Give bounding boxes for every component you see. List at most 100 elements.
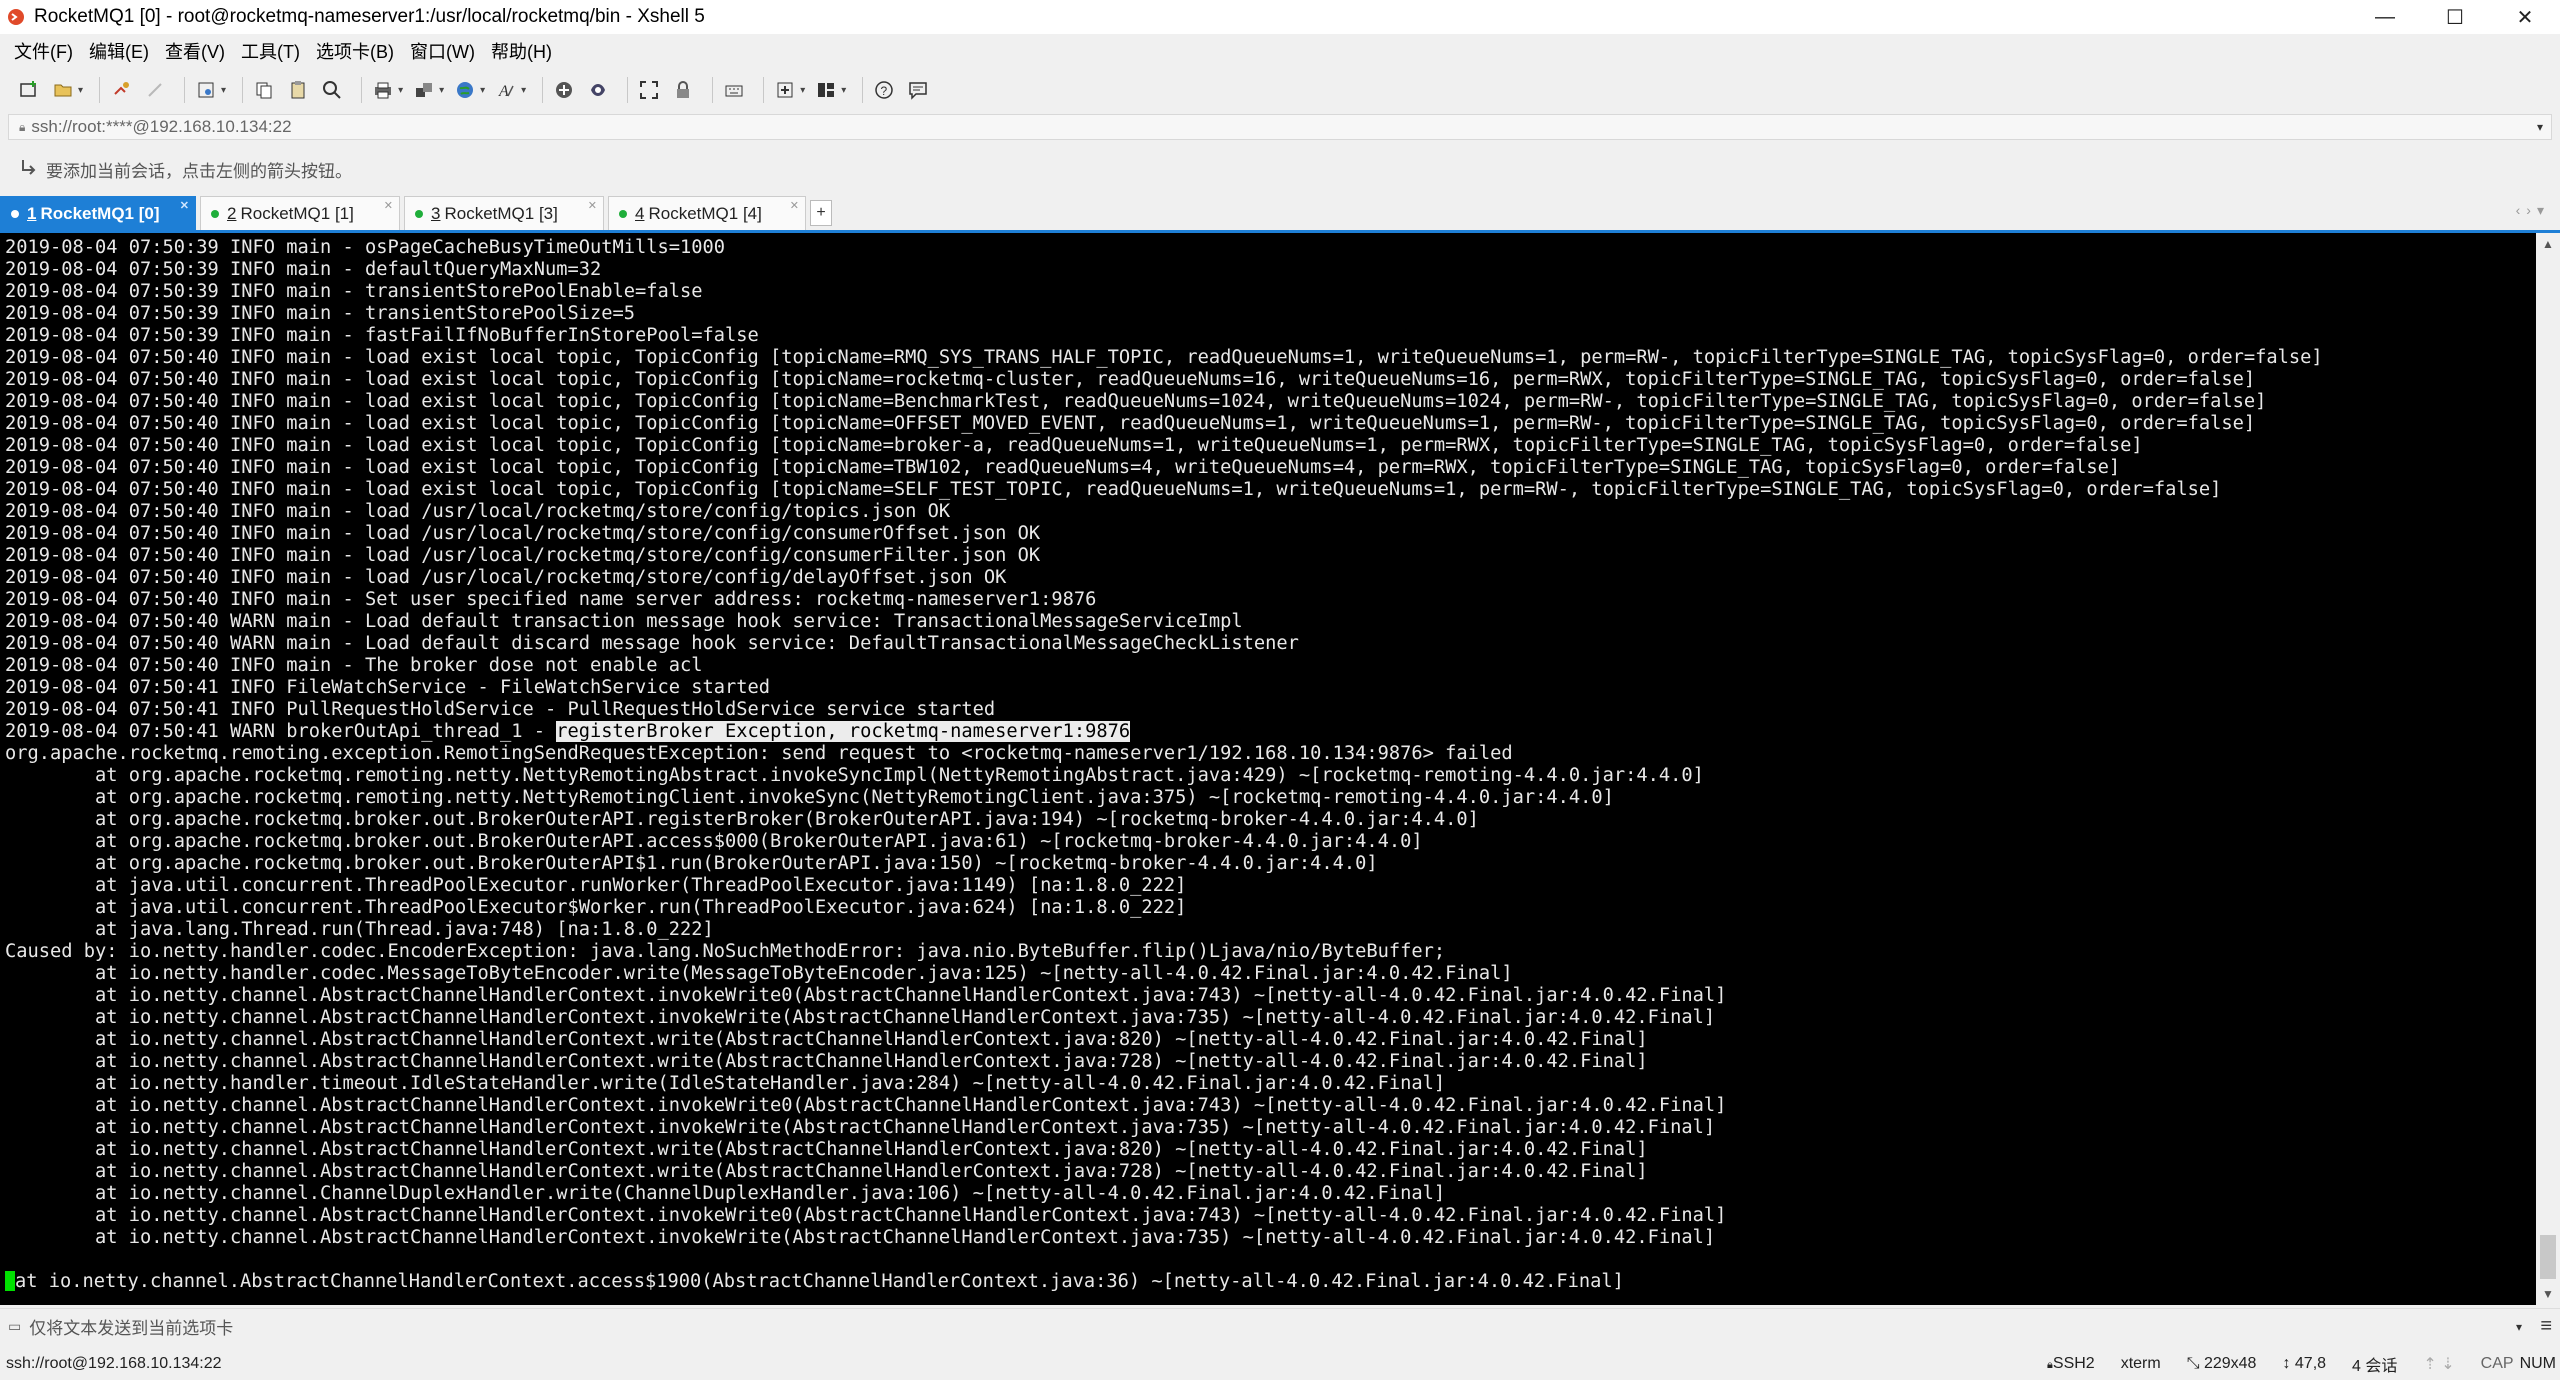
toolbar: ▾ ▾ ▾ ▾ ▾ A ▾ ▾ ▾ ? <box>0 68 2560 112</box>
chevron-down-icon[interactable]: ▾ <box>2516 1320 2522 1334</box>
keyboard-icon[interactable] <box>721 77 747 103</box>
tab-session-3[interactable]: 3 RocketMQ1 [3] ✕ <box>404 196 604 230</box>
terminal-line: 2019-08-04 07:50:40 WARN main - Load def… <box>5 611 1243 632</box>
session-hint-bar: 要添加当前会话，点击左侧的箭头按钮。 <box>0 150 2560 188</box>
connected-status-icon <box>619 209 627 218</box>
terminal-line: 2019-08-04 07:50:41 WARN brokerOutApi_th… <box>5 721 2323 743</box>
tab-number: 1 <box>27 203 37 223</box>
chevron-down-icon[interactable]: ▾ <box>841 85 846 96</box>
menu-tab[interactable]: 选项卡(B) <box>316 38 394 64</box>
terminal-line: 2019-08-04 07:50:40 INFO main - The brok… <box>5 655 703 676</box>
new-tab-icon[interactable] <box>772 77 798 103</box>
terminal-line: at org.apache.rocketmq.remoting.netty.Ne… <box>5 787 1614 808</box>
chat-icon[interactable] <box>905 77 931 103</box>
reconnect-icon[interactable] <box>108 77 134 103</box>
chevron-down-icon[interactable]: ▾ <box>221 85 226 96</box>
chevron-down-icon[interactable]: ▾ <box>398 85 403 96</box>
terminal-line-text: at io.netty.channel.AbstractChannelHandl… <box>15 1271 1624 1292</box>
chevron-down-icon[interactable]: ▾ <box>800 85 805 96</box>
close-button[interactable]: ✕ <box>2490 0 2560 34</box>
tab-session-4[interactable]: 4 RocketMQ1 [4] ✕ <box>608 196 806 230</box>
compose-bar[interactable]: ▭ 仅将文本发送到当前选项卡 ▾ ≡ <box>0 1308 2560 1344</box>
xmanager-icon[interactable] <box>585 77 611 103</box>
scrollbar-thumb[interactable] <box>2540 1235 2556 1279</box>
toolbar-divider <box>862 77 864 103</box>
lock-icon[interactable] <box>670 77 696 103</box>
font-icon[interactable]: A <box>493 77 519 103</box>
tab-label: RocketMQ1 [3] <box>444 203 558 223</box>
add-tab-button[interactable]: + <box>810 200 832 226</box>
status-cursor: ↕ 47,8 <box>2282 1355 2326 1373</box>
help-icon[interactable]: ? <box>871 77 897 103</box>
terminal-line: 2019-08-04 07:50:41 INFO FileWatchServic… <box>5 677 771 698</box>
tab-session-2[interactable]: 2 RocketMQ1 [1] ✕ <box>200 196 400 230</box>
transfer-icon[interactable] <box>411 77 437 103</box>
menu-edit[interactable]: 编辑(E) <box>89 38 149 64</box>
chevron-down-icon[interactable]: ▾ <box>521 85 526 96</box>
terminal-line: 2019-08-04 07:50:39 INFO main - transien… <box>5 303 636 324</box>
new-session-icon[interactable] <box>16 77 42 103</box>
menu-help[interactable]: 帮助(H) <box>491 38 552 64</box>
tab-session-1[interactable]: 1 RocketMQ1 [0] ✕ <box>0 196 196 230</box>
terminal-output[interactable]: 2019-08-04 07:50:39 INFO main - osPageCa… <box>0 233 2536 1305</box>
terminal-line: at java.util.concurrent.ThreadPoolExecut… <box>5 875 1187 896</box>
menu-window[interactable]: 窗口(W) <box>410 38 475 64</box>
toolbar-divider <box>184 77 186 103</box>
terminal-line: 2019-08-04 07:50:40 INFO main - load exi… <box>5 457 2121 478</box>
terminal-line: at io.netty.channel.AbstractChannelHandl… <box>5 1139 1648 1160</box>
layout-icon[interactable] <box>813 77 839 103</box>
chevron-down-icon[interactable]: ▾ <box>78 85 83 96</box>
close-icon[interactable]: ✕ <box>180 199 189 212</box>
scroll-up-icon[interactable]: ▲ <box>2536 233 2560 255</box>
fullscreen-icon[interactable] <box>636 77 662 103</box>
menu-file[interactable]: 文件(F) <box>14 38 73 64</box>
close-icon[interactable]: ✕ <box>790 199 799 212</box>
terminal-lines: 2019-08-04 07:50:39 INFO main - osPageCa… <box>5 237 2323 1293</box>
open-folder-icon[interactable] <box>50 77 76 103</box>
xftp-icon[interactable] <box>551 77 577 103</box>
session-nav-arrows-icon[interactable]: ⇡ ⇣ <box>2423 1354 2454 1374</box>
maximize-button[interactable]: ☐ <box>2420 0 2490 34</box>
arrow-icon[interactable] <box>20 158 38 181</box>
copy-icon[interactable] <box>251 77 277 103</box>
tab-label: RocketMQ1 [1] <box>240 203 354 223</box>
tab-number: 4 <box>635 203 645 223</box>
terminal-line: at io.netty.channel.ChannelDuplexHandler… <box>5 1183 1446 1204</box>
terminal-line: 2019-08-04 07:50:40 INFO main - load /us… <box>5 567 1007 588</box>
terminal-line: at org.apache.rocketmq.broker.out.Broker… <box>5 831 1423 852</box>
disconnect-icon[interactable] <box>142 77 168 103</box>
terminal-line: at io.netty.channel.AbstractChannelHandl… <box>5 1117 1716 1138</box>
tab-label: RocketMQ1 [4] <box>648 203 762 223</box>
menu-icon[interactable]: ≡ <box>2540 1315 2552 1338</box>
size-label: 229x48 <box>2203 1355 2257 1372</box>
terminal-scrollbar[interactable]: ▲ ▼ <box>2536 233 2560 1305</box>
tab-scroll-arrows-icon[interactable]: ‹›▾ <box>2516 202 2550 219</box>
chevron-down-icon[interactable]: ▾ <box>439 85 444 96</box>
paste-icon[interactable] <box>285 77 311 103</box>
scroll-down-icon[interactable]: ▼ <box>2536 1283 2560 1305</box>
connected-status-icon <box>11 209 19 218</box>
terminal-line: at java.lang.Thread.run(Thread.java:748)… <box>5 919 714 940</box>
print-icon[interactable] <box>370 77 396 103</box>
globe-icon[interactable] <box>452 77 478 103</box>
find-icon[interactable] <box>319 77 345 103</box>
svg-text:A: A <box>498 83 509 100</box>
menu-tools[interactable]: 工具(T) <box>241 38 300 64</box>
terminal-line: 2019-08-04 07:50:40 INFO main - Set user… <box>5 589 1097 610</box>
send-icon[interactable]: ▭ <box>8 1318 21 1335</box>
terminal-line: at org.apache.rocketmq.remoting.netty.Ne… <box>5 765 1704 786</box>
chevron-down-icon[interactable]: ▾ <box>2537 120 2543 134</box>
terminal-line-text: 2019-08-04 07:50:41 WARN brokerOutApi_th… <box>5 721 557 742</box>
close-icon[interactable]: ✕ <box>384 199 393 212</box>
terminal-line: org.apache.rocketmq.remoting.exception.R… <box>5 743 1513 764</box>
address-field[interactable]: ssh://root:****@192.168.10.134:22 <box>31 117 291 137</box>
properties-icon[interactable] <box>193 77 219 103</box>
tab-bar: 1 RocketMQ1 [0] ✕ 2 RocketMQ1 [1] ✕ 3 Ro… <box>0 196 2560 233</box>
chevron-down-icon[interactable]: ▾ <box>480 85 485 96</box>
close-icon[interactable]: ✕ <box>588 199 597 212</box>
selected-text[interactable]: registerBroker Exception, rocketmq-names… <box>556 721 1131 742</box>
address-bar[interactable]: 🔒︎ ssh://root:****@192.168.10.134:22 ▾ <box>8 114 2552 140</box>
minimize-button[interactable]: — <box>2350 0 2420 34</box>
menu-view[interactable]: 查看(V) <box>165 38 225 64</box>
connected-status-icon <box>415 209 423 218</box>
